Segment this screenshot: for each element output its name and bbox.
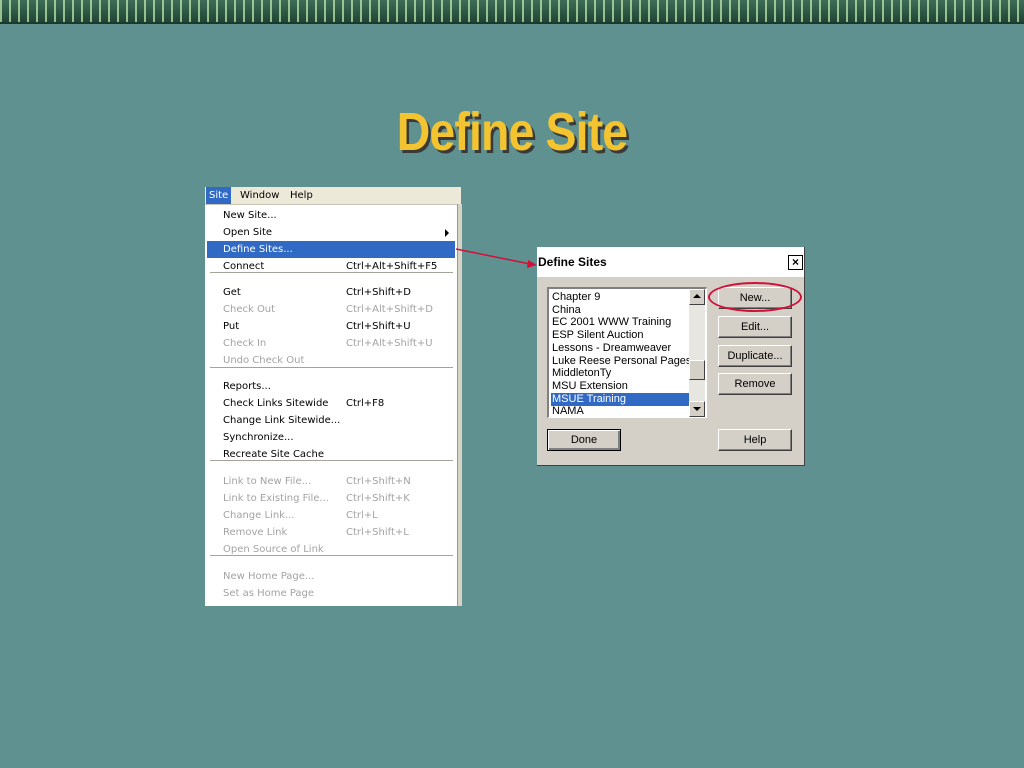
site-list-item[interactable]: Chapter 9 bbox=[551, 291, 689, 304]
menu-item-label: Link to Existing File... bbox=[223, 493, 329, 504]
menu-item-shortcut: Ctrl+Alt+Shift+U bbox=[346, 338, 433, 349]
menu-item-label: Get bbox=[223, 287, 241, 298]
menu-item-label: Check Out bbox=[223, 304, 276, 315]
callout-circle bbox=[708, 282, 802, 312]
menu-item: Link to New File... Ctrl+Shift+N bbox=[207, 473, 455, 490]
site-list-item[interactable]: EC 2001 WWW Training bbox=[551, 316, 689, 329]
dialog-title: Define Sites bbox=[538, 255, 607, 269]
site-list-item[interactable]: MSU Extension bbox=[551, 380, 689, 393]
menu-item-shortcut: Ctrl+Shift+N bbox=[346, 476, 411, 487]
menu-item-shortcut: Ctrl+Shift+L bbox=[346, 527, 409, 538]
menu-item[interactable]: Synchronize... bbox=[207, 429, 455, 446]
scroll-down-button[interactable] bbox=[689, 401, 705, 417]
close-icon[interactable]: × bbox=[788, 255, 803, 270]
menu-item: Change Link... Ctrl+L bbox=[207, 507, 455, 524]
menu-item[interactable]: Check Links Sitewide Ctrl+F8 bbox=[207, 395, 455, 412]
menu-item-label: New Site... bbox=[223, 210, 277, 221]
menu-item-label: Define Sites... bbox=[223, 244, 293, 255]
menu-item-label: Set as Home Page bbox=[223, 588, 315, 599]
menu-item-shortcut: Ctrl+Alt+Shift+D bbox=[346, 304, 433, 315]
menu-item[interactable]: Change Link Sitewide... bbox=[207, 412, 455, 429]
help-button[interactable]: Help bbox=[718, 429, 792, 451]
arrow-up-icon bbox=[693, 294, 701, 298]
connector-line bbox=[455, 248, 531, 265]
list-scrollbar[interactable] bbox=[689, 289, 705, 417]
scroll-up-button[interactable] bbox=[689, 289, 705, 305]
menu-item: Set as Home Page bbox=[207, 585, 455, 602]
menu-item-label: Synchronize... bbox=[223, 432, 294, 443]
circuit-banner bbox=[0, 0, 1024, 24]
site-list-item[interactable]: MiddletonTy bbox=[551, 367, 689, 380]
menu-item-shortcut: Ctrl+Shift+D bbox=[346, 287, 411, 298]
arrowhead-icon bbox=[527, 260, 537, 268]
menu-separator-highlight bbox=[210, 368, 453, 369]
menu-item: New Home Page... bbox=[207, 568, 455, 585]
done-button[interactable]: Done bbox=[547, 429, 621, 451]
site-list-item[interactable]: Luke Reese Personal Pages bbox=[551, 355, 689, 368]
menu-item[interactable]: Reports... bbox=[207, 378, 455, 395]
menubar: Site Window Help bbox=[205, 187, 461, 205]
edit-site-button[interactable]: Edit... bbox=[718, 316, 792, 338]
menu-item: Check In Ctrl+Alt+Shift+U bbox=[207, 335, 455, 352]
menubar-site[interactable]: Site bbox=[206, 187, 232, 204]
menu-item-label: Check Links Sitewide bbox=[223, 398, 329, 409]
menu-item-label: Link to New File... bbox=[223, 476, 312, 487]
menu-item-label: Remove Link bbox=[223, 527, 288, 538]
arrow-down-icon bbox=[693, 407, 701, 411]
menu-item-label: Change Link Sitewide... bbox=[223, 415, 341, 426]
site-list-item[interactable]: Lessons - Dreamweaver bbox=[551, 342, 689, 355]
menu-item[interactable]: New Site... bbox=[207, 207, 455, 224]
menu-item-shortcut: Ctrl+L bbox=[346, 510, 378, 521]
menu-item: Remove Link Ctrl+Shift+L bbox=[207, 524, 455, 541]
menu-item: Check Out Ctrl+Alt+Shift+D bbox=[207, 301, 455, 318]
remove-site-button[interactable]: Remove bbox=[718, 373, 792, 395]
menu-item[interactable]: Get Ctrl+Shift+D bbox=[207, 284, 455, 301]
menu-separator-highlight bbox=[210, 461, 453, 462]
define-sites-dialog: Define Sites × Chapter 9 China EC 2001 WWW… bbox=[537, 247, 805, 466]
menu-item-shortcut: Ctrl+Shift+K bbox=[346, 493, 410, 504]
menu-item-label: Open Site bbox=[223, 227, 273, 238]
menu-separator-highlight bbox=[210, 556, 453, 557]
scroll-thumb[interactable] bbox=[689, 360, 705, 380]
site-list-item[interactable]: NAMA bbox=[551, 405, 689, 417]
duplicate-site-button[interactable]: Duplicate... bbox=[718, 345, 792, 367]
menubar-help[interactable]: Help bbox=[287, 187, 316, 204]
menubar-window[interactable]: Window bbox=[237, 187, 282, 204]
menu-item-label: Put bbox=[223, 321, 240, 332]
dialog-title-bar: Define Sites × bbox=[537, 247, 804, 277]
menu-item-shortcut: Ctrl+F8 bbox=[346, 398, 385, 409]
slide-title: Define Site bbox=[396, 102, 628, 162]
menu-separator-highlight bbox=[210, 273, 453, 274]
menu-item-label: Check In bbox=[223, 338, 267, 349]
site-menu-screenshot: Site Window Help New Site... Open Site Def… bbox=[205, 187, 462, 606]
menu-item[interactable]: Define Sites... bbox=[207, 241, 455, 258]
menu-item-shortcut: Ctrl+Shift+U bbox=[346, 321, 411, 332]
menu-item[interactable]: Open Site bbox=[207, 224, 455, 241]
sites-listbox[interactable]: Chapter 9 China EC 2001 WWW Training ESP Si… bbox=[547, 287, 707, 418]
menu-edge bbox=[457, 204, 462, 606]
menu-item: Link to Existing File... Ctrl+Shift+K bbox=[207, 490, 455, 507]
site-list-item[interactable]: MSUE Training bbox=[551, 392, 689, 406]
menu-item[interactable]: Put Ctrl+Shift+U bbox=[207, 318, 455, 335]
menu-item-label: Reports... bbox=[223, 381, 271, 392]
site-list-item[interactable]: China bbox=[551, 304, 689, 317]
submenu-arrow-icon bbox=[445, 229, 449, 237]
menu-item-label: New Home Page... bbox=[223, 571, 315, 582]
site-list-item[interactable]: ESP Silent Auction bbox=[551, 329, 689, 342]
menu-item-label: Change Link... bbox=[223, 510, 295, 521]
